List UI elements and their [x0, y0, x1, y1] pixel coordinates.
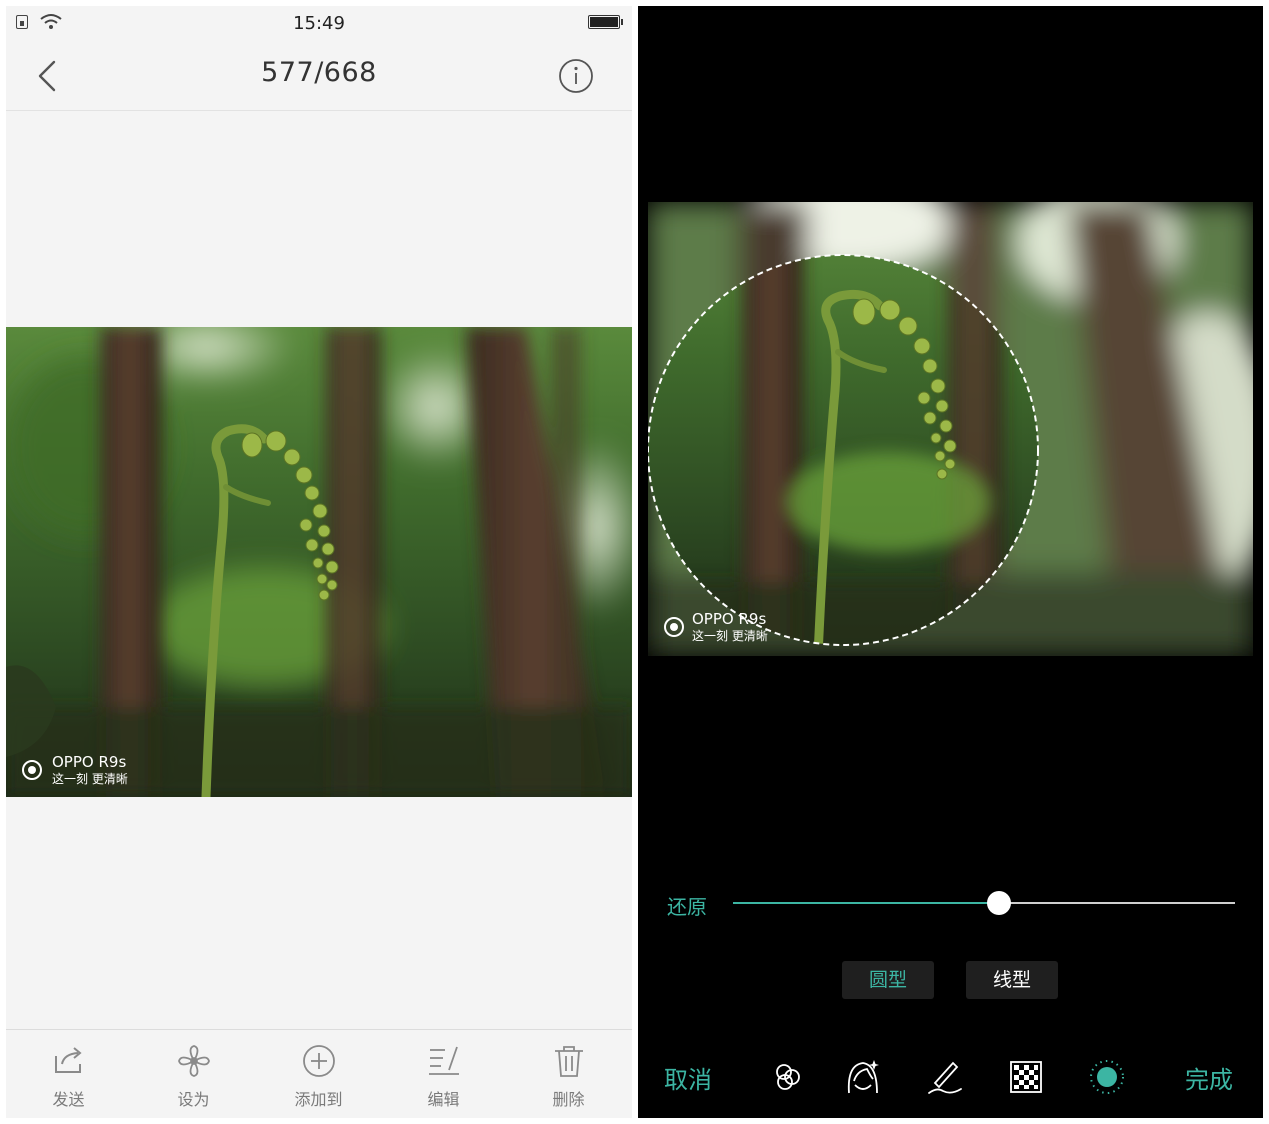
share-icon — [55, 1047, 82, 1073]
photo-viewer[interactable]: OPPO R9s 这一刻 更清晰 — [6, 327, 632, 797]
delete-label: 删除 — [552, 1090, 585, 1109]
oppo-logo-icon — [664, 617, 684, 637]
set-as-label: 设为 — [177, 1090, 210, 1109]
watermark-slogan: 这一刻 更清晰 — [692, 629, 768, 643]
blur-icon[interactable] — [1087, 1057, 1127, 1097]
viewer-header: 577/668 — [6, 42, 632, 111]
send-button[interactable]: 发送 — [6, 1030, 131, 1118]
gallery-screen: 15:49 577/668 OPPO R9s 这一刻 更清晰 发送 设为 添加到… — [6, 6, 632, 1118]
watermark-slogan: 这一刻 更清晰 — [52, 772, 128, 786]
bottom-toolbar: 发送 设为 添加到 编辑 删除 — [6, 1029, 632, 1118]
send-label: 发送 — [52, 1090, 85, 1109]
set-as-button[interactable]: 设为 — [131, 1030, 256, 1118]
slider-active-track — [733, 902, 1000, 904]
status-bar: 15:49 — [6, 6, 632, 42]
restore-button[interactable]: 还原 — [667, 891, 707, 920]
pinwheel-icon — [178, 1045, 210, 1077]
linear-mode-button[interactable]: 线型 — [966, 961, 1058, 999]
blur-intensity-slider[interactable] — [733, 890, 1235, 918]
doodle-icon[interactable] — [925, 1057, 965, 1097]
filter-icon[interactable] — [768, 1057, 808, 1097]
plus-circle-icon — [303, 1045, 335, 1077]
fern-photo — [6, 327, 632, 797]
edit-label: 编辑 — [427, 1090, 460, 1109]
edit-button[interactable]: 编辑 — [381, 1030, 506, 1118]
photo-counter: 577/668 — [261, 57, 377, 88]
round-mode-button[interactable]: 圆型 — [842, 961, 934, 999]
fern-photo-edit — [648, 202, 1253, 656]
beauty-icon[interactable] — [843, 1057, 883, 1097]
status-time: 15:49 — [293, 13, 345, 34]
done-button[interactable]: 完成 — [1185, 1060, 1233, 1095]
battery-icon — [588, 15, 623, 29]
slider-thumb[interactable] — [987, 891, 1012, 915]
mosaic-icon[interactable] — [1006, 1057, 1046, 1097]
cancel-button[interactable]: 取消 — [664, 1060, 712, 1095]
delete-button[interactable]: 删除 — [506, 1030, 631, 1118]
trash-icon — [555, 1046, 583, 1077]
edit-canvas[interactable]: OPPO R9s 这一刻 更清晰 — [648, 202, 1253, 656]
info-button[interactable] — [558, 58, 594, 94]
watermark-brand: OPPO R9s — [52, 753, 127, 771]
add-to-label: 添加到 — [294, 1090, 343, 1109]
add-to-button[interactable]: 添加到 — [256, 1030, 381, 1118]
watermark-brand: OPPO R9s — [692, 610, 767, 628]
edit-icon — [429, 1046, 459, 1075]
oppo-logo-icon — [22, 760, 42, 780]
editor-screen: OPPO R9s 这一刻 更清晰 还原 圆型 线型 取消 完成 — [638, 6, 1263, 1118]
